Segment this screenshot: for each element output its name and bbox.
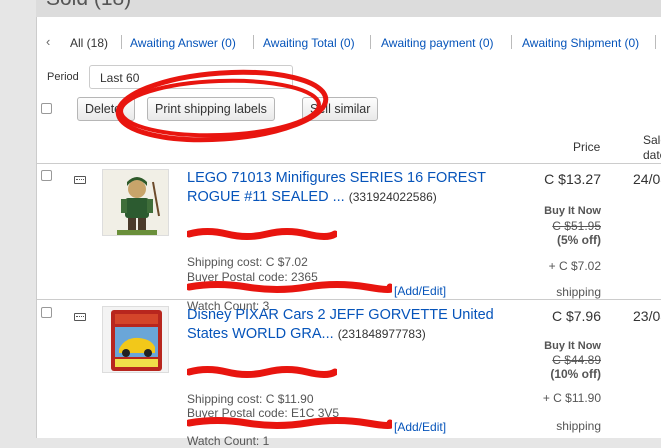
row-checkbox[interactable] xyxy=(41,170,52,181)
item-number: (331924022586) xyxy=(348,190,437,204)
row-checkbox[interactable] xyxy=(41,307,52,318)
page-title: Sold (18) xyxy=(46,0,131,11)
delete-button[interactable]: Delete xyxy=(77,97,135,121)
redaction-scribble xyxy=(187,417,392,429)
tab-divider xyxy=(511,35,512,49)
chevron-left-icon[interactable]: ‹ xyxy=(46,34,50,49)
shipping-amount: + C $7.02 xyxy=(548,259,601,273)
tab-all[interactable]: All (18) xyxy=(70,36,108,50)
tab-awaiting-shipment[interactable]: Awaiting Shipment (0) xyxy=(522,36,639,50)
buy-it-now-label: Buy It Now xyxy=(544,340,601,352)
header-divider xyxy=(37,163,661,164)
item-thumbnail[interactable] xyxy=(102,306,169,373)
item-price: C $7.96 xyxy=(551,308,601,324)
item-title-link[interactable]: LEGO 71013 Minifigures SERIES 16 FOREST … xyxy=(187,169,517,207)
add-edit-link[interactable]: [Add/Edit] xyxy=(394,420,446,434)
tab-divider xyxy=(253,35,254,49)
filter-tabs: ‹ All (18) Awaiting Answer (0) Awaiting … xyxy=(37,31,661,55)
redaction-scribble xyxy=(187,366,337,378)
item-title-text: LEGO 71013 Minifigures SERIES 16 FOREST … xyxy=(187,170,486,205)
original-price: C $51.95 xyxy=(552,219,601,233)
shipping-label: shipping xyxy=(556,419,601,433)
watch-count: Watch Count: 1 xyxy=(187,434,270,448)
sale-date: 23/08 xyxy=(633,308,661,324)
item-number: (231848977783) xyxy=(337,327,426,341)
toy-car-package-image xyxy=(103,307,168,372)
select-all-checkbox[interactable] xyxy=(41,103,52,114)
sell-similar-button[interactable]: Sell similar xyxy=(302,97,379,121)
original-price: C $44.89 xyxy=(552,353,601,367)
period-label: Period xyxy=(47,71,79,83)
discount-percent: (10% off) xyxy=(550,367,601,381)
minifigure-image xyxy=(103,170,168,235)
tab-divider xyxy=(655,35,656,49)
buy-it-now-label: Buy It Now xyxy=(544,205,601,217)
tab-awaiting-answer[interactable]: Awaiting Answer (0) xyxy=(130,36,236,50)
add-edit-link[interactable]: [Add/Edit] xyxy=(394,284,446,298)
price-column-header[interactable]: Price xyxy=(573,140,600,154)
shipping-label: shipping xyxy=(556,285,601,299)
tab-awaiting-payment[interactable]: Awaiting payment (0) xyxy=(381,36,494,50)
shipping-amount: + C $11.90 xyxy=(542,391,601,405)
item-thumbnail[interactable] xyxy=(102,169,169,236)
page-header: Sold (18) xyxy=(36,0,661,17)
item-price: C $13.27 xyxy=(544,171,601,187)
table-row: Disney PIXAR Cars 2 JEFF GORVETTE United… xyxy=(37,302,661,448)
message-icon[interactable] xyxy=(74,176,86,184)
shipping-cost: Shipping cost: C $11.90 xyxy=(187,392,314,406)
redaction-scribble xyxy=(187,281,392,293)
shipping-cost: Shipping cost: C $7.02 xyxy=(187,255,308,269)
period-select[interactable]: Last 60 xyxy=(89,65,293,89)
row-divider xyxy=(37,299,661,300)
period-value: Last 60 xyxy=(100,71,140,85)
sold-panel: ‹ All (18) Awaiting Answer (0) Awaiting … xyxy=(36,17,661,448)
print-shipping-labels-button[interactable]: Print shipping labels xyxy=(147,97,275,121)
item-title-link[interactable]: Disney PIXAR Cars 2 JEFF GORVETTE United… xyxy=(187,306,517,344)
redaction-scribble xyxy=(187,228,337,240)
tab-awaiting-total[interactable]: Awaiting Total (0) xyxy=(263,36,355,50)
message-icon[interactable] xyxy=(74,313,86,321)
table-row: LEGO 71013 Minifigures SERIES 16 FOREST … xyxy=(37,165,661,313)
discount-percent: (5% off) xyxy=(557,233,601,247)
tab-divider xyxy=(370,35,371,49)
sale-date-column-header-line2[interactable]: date xyxy=(643,148,661,162)
sale-date-column-header[interactable]: Sale xyxy=(643,133,661,147)
sale-date: 24/08 xyxy=(633,171,661,187)
tab-divider xyxy=(121,35,122,49)
